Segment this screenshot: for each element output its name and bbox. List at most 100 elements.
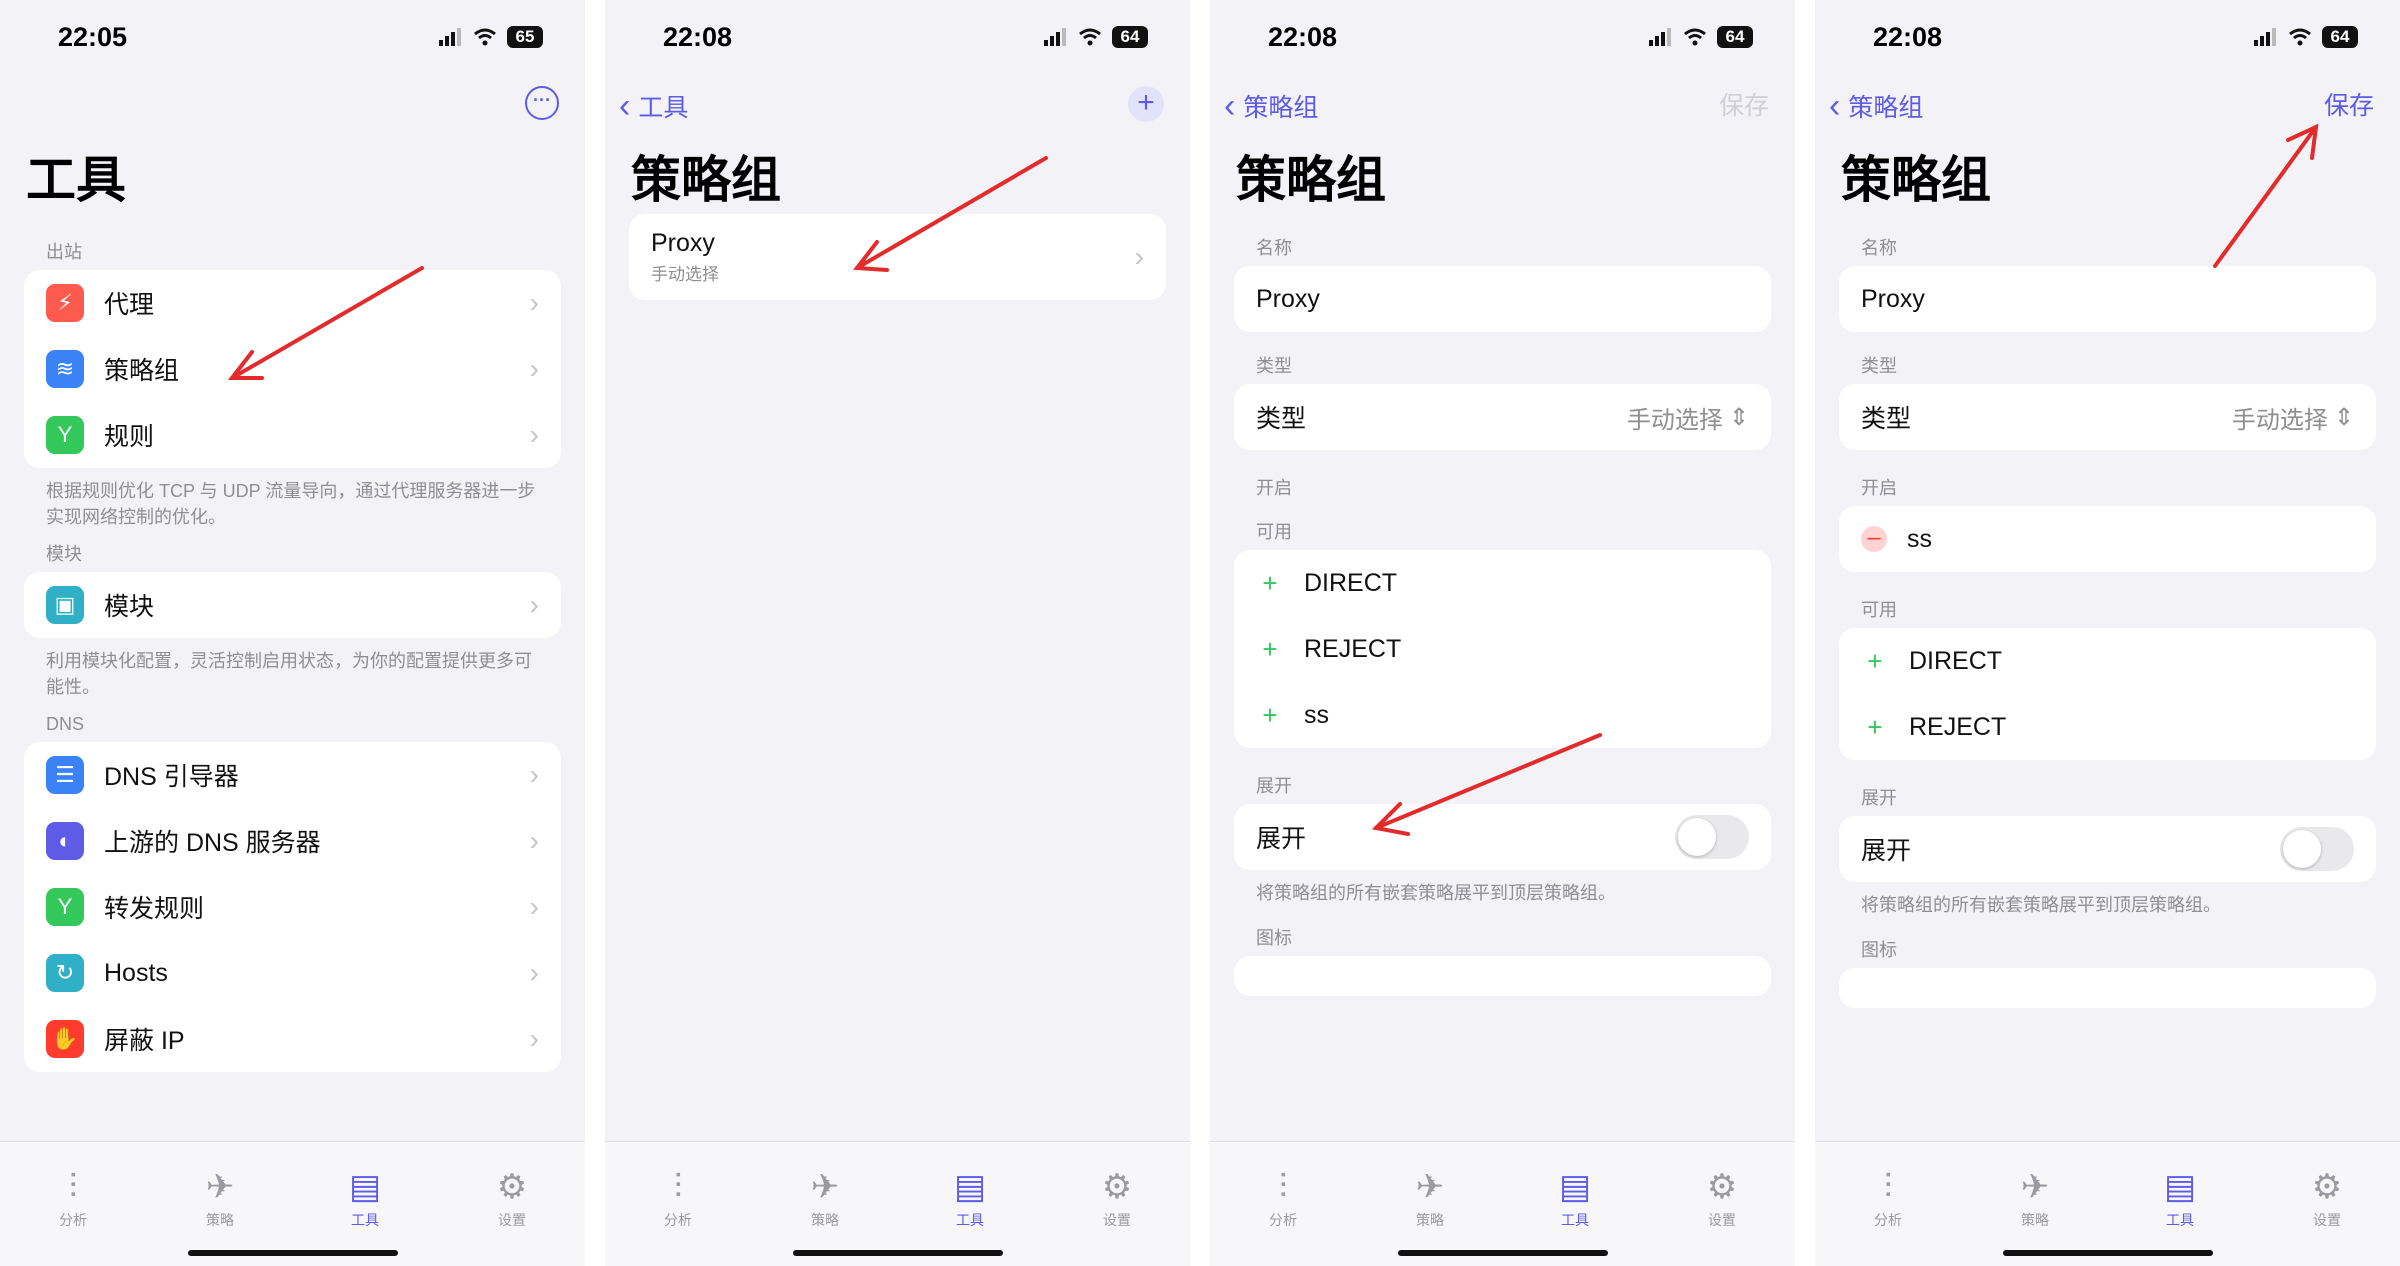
tab-3[interactable]: ⚙ 设置 — [472, 1168, 552, 1230]
tools-list: 出站 ⚡ 代理 › ≋ 策略组 › Y 规则 › 根据规则优化 TCP 与 UDP… — [24, 228, 561, 1072]
page-title: 工具 — [26, 152, 126, 208]
hand-icon: ✋ — [46, 1020, 84, 1058]
tools-item-label: 规则 — [104, 423, 155, 451]
tab-label: 工具 — [351, 1212, 379, 1228]
tab-0[interactable]: ⫶ 分析 — [33, 1168, 113, 1230]
add-icon[interactable]: + — [1256, 634, 1284, 665]
tools-item-label: 代理 — [104, 291, 155, 319]
tools-item[interactable]: ↻ Hosts › — [24, 940, 561, 1006]
available-policy-row[interactable]: + DIRECT — [1839, 628, 2376, 694]
tab-2[interactable]: ▤ 工具 — [1535, 1168, 1615, 1230]
add-icon[interactable]: + — [1256, 568, 1284, 599]
tab-2[interactable]: ▤ 工具 — [325, 1168, 405, 1230]
name-field[interactable]: Proxy — [1234, 266, 1771, 332]
group-type: 手动选择 — [651, 265, 719, 284]
tab-label: 策略 — [811, 1212, 839, 1228]
back-label: 策略组 — [1243, 94, 1319, 122]
fork-icon: Y — [46, 416, 84, 454]
expand-toggle[interactable] — [2280, 827, 2354, 871]
chevron-right-icon: › — [529, 1023, 539, 1054]
section-footer: 利用模块化配置，灵活控制启用状态，为你的配置提供更多可能性。 — [46, 651, 532, 697]
section-header: 可用 — [1861, 600, 1897, 620]
tools-item-label: DNS 引导器 — [104, 763, 239, 791]
add-icon[interactable]: + — [1861, 646, 1889, 677]
tab-label: 设置 — [1708, 1212, 1736, 1228]
tools-item[interactable]: Y 转发规则 › — [24, 874, 561, 940]
tab-3[interactable]: ⚙ 设置 — [1077, 1168, 1157, 1230]
chevron-left-icon: ‹ — [1829, 87, 1841, 125]
icon-card[interactable] — [1839, 968, 2376, 1008]
available-policy-row[interactable]: + ss — [1234, 682, 1771, 748]
signal-icon — [2254, 28, 2276, 46]
status-time: 22:05 — [58, 22, 128, 52]
airplane-icon: ✈ — [1415, 1168, 1445, 1206]
expand-toggle[interactable] — [1675, 815, 1749, 859]
section-header: 名称 — [1256, 238, 1292, 258]
chevron-right-icon: › — [529, 353, 539, 384]
available-policy-row[interactable]: + REJECT — [1234, 616, 1771, 682]
screen-edit-group-after: 22:08 64 ‹ 策略组 保存 策略组 名称 Proxy 类型 类型 手动选择 ⇕… — [1815, 0, 2400, 1266]
battery-level: 64 — [1717, 26, 1753, 48]
battery-level: 65 — [507, 26, 543, 48]
name-field[interactable]: Proxy — [1839, 266, 2376, 332]
back-button[interactable]: ‹ 工具 — [619, 88, 688, 124]
tab-1[interactable]: ✈ 策略 — [180, 1168, 260, 1230]
battery-level: 64 — [1112, 26, 1148, 48]
remove-icon[interactable]: – — [1861, 526, 1887, 552]
add-icon[interactable]: + — [1861, 712, 1889, 743]
tab-3[interactable]: ⚙ 设置 — [2287, 1168, 2367, 1230]
chevron-updown-icon: ⇕ — [1728, 403, 1749, 431]
tab-1[interactable]: ✈ 策略 — [1390, 1168, 1470, 1230]
name-value: Proxy — [1861, 284, 1925, 313]
page-title: 策略组 — [1236, 152, 1386, 208]
back-button[interactable]: ‹ 策略组 — [1829, 88, 1923, 124]
tab-0[interactable]: ⫶ 分析 — [1243, 1168, 1323, 1230]
tab-label: 策略 — [206, 1212, 234, 1228]
policy-group-row[interactable]: Proxy 手动选择 › — [629, 214, 1166, 300]
tab-0[interactable]: ⫶ 分析 — [638, 1168, 718, 1230]
tab-0[interactable]: ⫶ 分析 — [1848, 1168, 1928, 1230]
more-options-icon[interactable]: ··· — [525, 86, 559, 120]
section-card: ⚡ 代理 › ≋ 策略组 › Y 规则 › — [24, 270, 561, 468]
enabled-policy-row[interactable]: – ss — [1839, 506, 2376, 572]
type-value: 手动选择 — [1626, 406, 1723, 434]
type-picker[interactable]: 类型 手动选择 ⇕ — [1839, 384, 2376, 450]
tools-item[interactable]: ⚡ 代理 › — [24, 270, 561, 336]
icon-card[interactable] — [1234, 956, 1771, 996]
tools-item[interactable]: ≋ 策略组 › — [24, 336, 561, 402]
chevron-right-icon: › — [529, 825, 539, 856]
group-name: Proxy — [651, 229, 715, 257]
add-icon[interactable]: + — [1256, 700, 1284, 731]
section-header: 开启 — [1861, 478, 1897, 498]
save-button[interactable]: 保存 — [2324, 92, 2374, 120]
tools-item[interactable]: ☰ DNS 引导器 › — [24, 742, 561, 808]
tools-item-label: 上游的 DNS 服务器 — [104, 829, 321, 857]
add-group-button[interactable]: + — [1128, 86, 1164, 122]
wifi-icon — [2289, 28, 2311, 46]
tab-1[interactable]: ✈ 策略 — [785, 1168, 865, 1230]
available-policy-row[interactable]: + DIRECT — [1234, 550, 1771, 616]
section-footer: 将策略组的所有嵌套策略展平到顶层策略组。 — [1861, 895, 2221, 915]
tab-1[interactable]: ✈ 策略 — [1995, 1168, 2075, 1230]
tab-2[interactable]: ▤ 工具 — [2140, 1168, 2220, 1230]
back-button[interactable]: ‹ 策略组 — [1224, 88, 1318, 124]
tab-3[interactable]: ⚙ 设置 — [1682, 1168, 1762, 1230]
tools-item[interactable]: ✋ 屏蔽 IP › — [24, 1006, 561, 1072]
tools-item[interactable]: ◐ 上游的 DNS 服务器 › — [24, 808, 561, 874]
toolbox-icon: ▤ — [953, 1168, 987, 1206]
tab-label: 设置 — [2313, 1212, 2341, 1228]
expand-label: 展开 — [1861, 837, 1912, 865]
chevron-right-icon: › — [529, 957, 539, 988]
tab-2[interactable]: ▤ 工具 — [930, 1168, 1010, 1230]
home-indicator — [2002, 1250, 2213, 1256]
tools-item[interactable]: ▣ 模块 › — [24, 572, 561, 638]
section-header: 名称 — [1861, 238, 1897, 258]
tools-item[interactable]: Y 规则 › — [24, 402, 561, 468]
save-button[interactable]: 保存 — [1719, 92, 1769, 120]
section-header: 类型 — [1256, 356, 1292, 376]
waveform-icon: ⫶ — [673, 1168, 683, 1206]
section-card: ☰ DNS 引导器 › ◐ 上游的 DNS 服务器 › Y 转发规则 › ↻ H… — [24, 742, 561, 1072]
available-policy-row[interactable]: + REJECT — [1839, 694, 2376, 760]
tab-label: 设置 — [1103, 1212, 1131, 1228]
type-picker[interactable]: 类型 手动选择 ⇕ — [1234, 384, 1771, 450]
